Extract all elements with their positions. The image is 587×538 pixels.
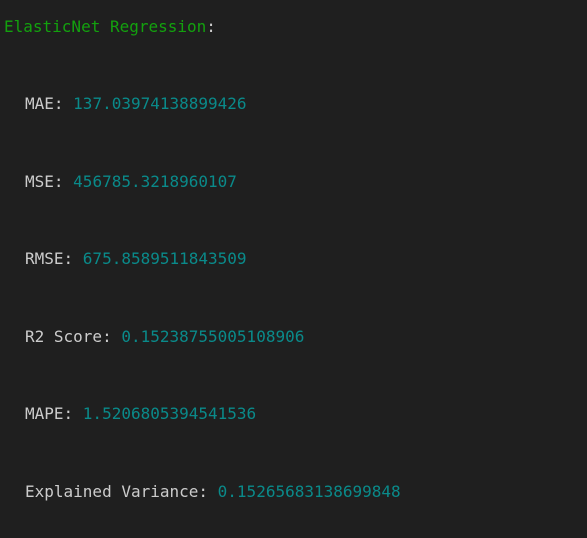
model-title-line: ElasticNet Regression: [4,17,216,37]
title-colon: : [206,17,216,36]
metric-label: RMSE [25,249,64,268]
metric-label: MAPE [25,404,64,423]
metric-row-explained-variance: Explained Variance: 0.15265683138699848 [25,482,401,502]
metric-value: 0.15238755005108906 [121,327,305,346]
metric-row-rmse: RMSE: 675.8589511843509 [25,249,247,269]
model-title: ElasticNet Regression [4,17,207,36]
metric-separator: : [63,404,83,423]
metric-separator: : [53,172,74,191]
metric-label: R2 Score [25,327,103,346]
metric-separator: : [63,249,83,268]
metric-value: 456785.3218960107 [73,172,237,191]
terminal-output: ElasticNet Regression: MAE: 137.03974138… [0,0,587,538]
metric-row-r2-score: R2 Score: 0.15238755005108906 [25,327,304,347]
metric-label: Explained Variance [25,482,199,501]
metric-separator: : [198,482,218,501]
metric-row-mse: MSE: 456785.3218960107 [25,172,237,192]
metric-value: 1.5206805394541536 [82,404,257,423]
metric-value: 137.03974138899426 [73,94,247,113]
metric-row-mae: MAE: 137.03974138899426 [25,94,247,114]
metric-separator: : [53,94,74,113]
metric-value: 0.15265683138699848 [217,482,401,501]
metric-value: 675.8589511843509 [82,249,247,268]
metric-label: MAE [25,94,54,113]
metric-label: MSE [25,172,54,191]
metric-row-mape: MAPE: 1.5206805394541536 [25,404,256,424]
metric-separator: : [102,327,122,346]
